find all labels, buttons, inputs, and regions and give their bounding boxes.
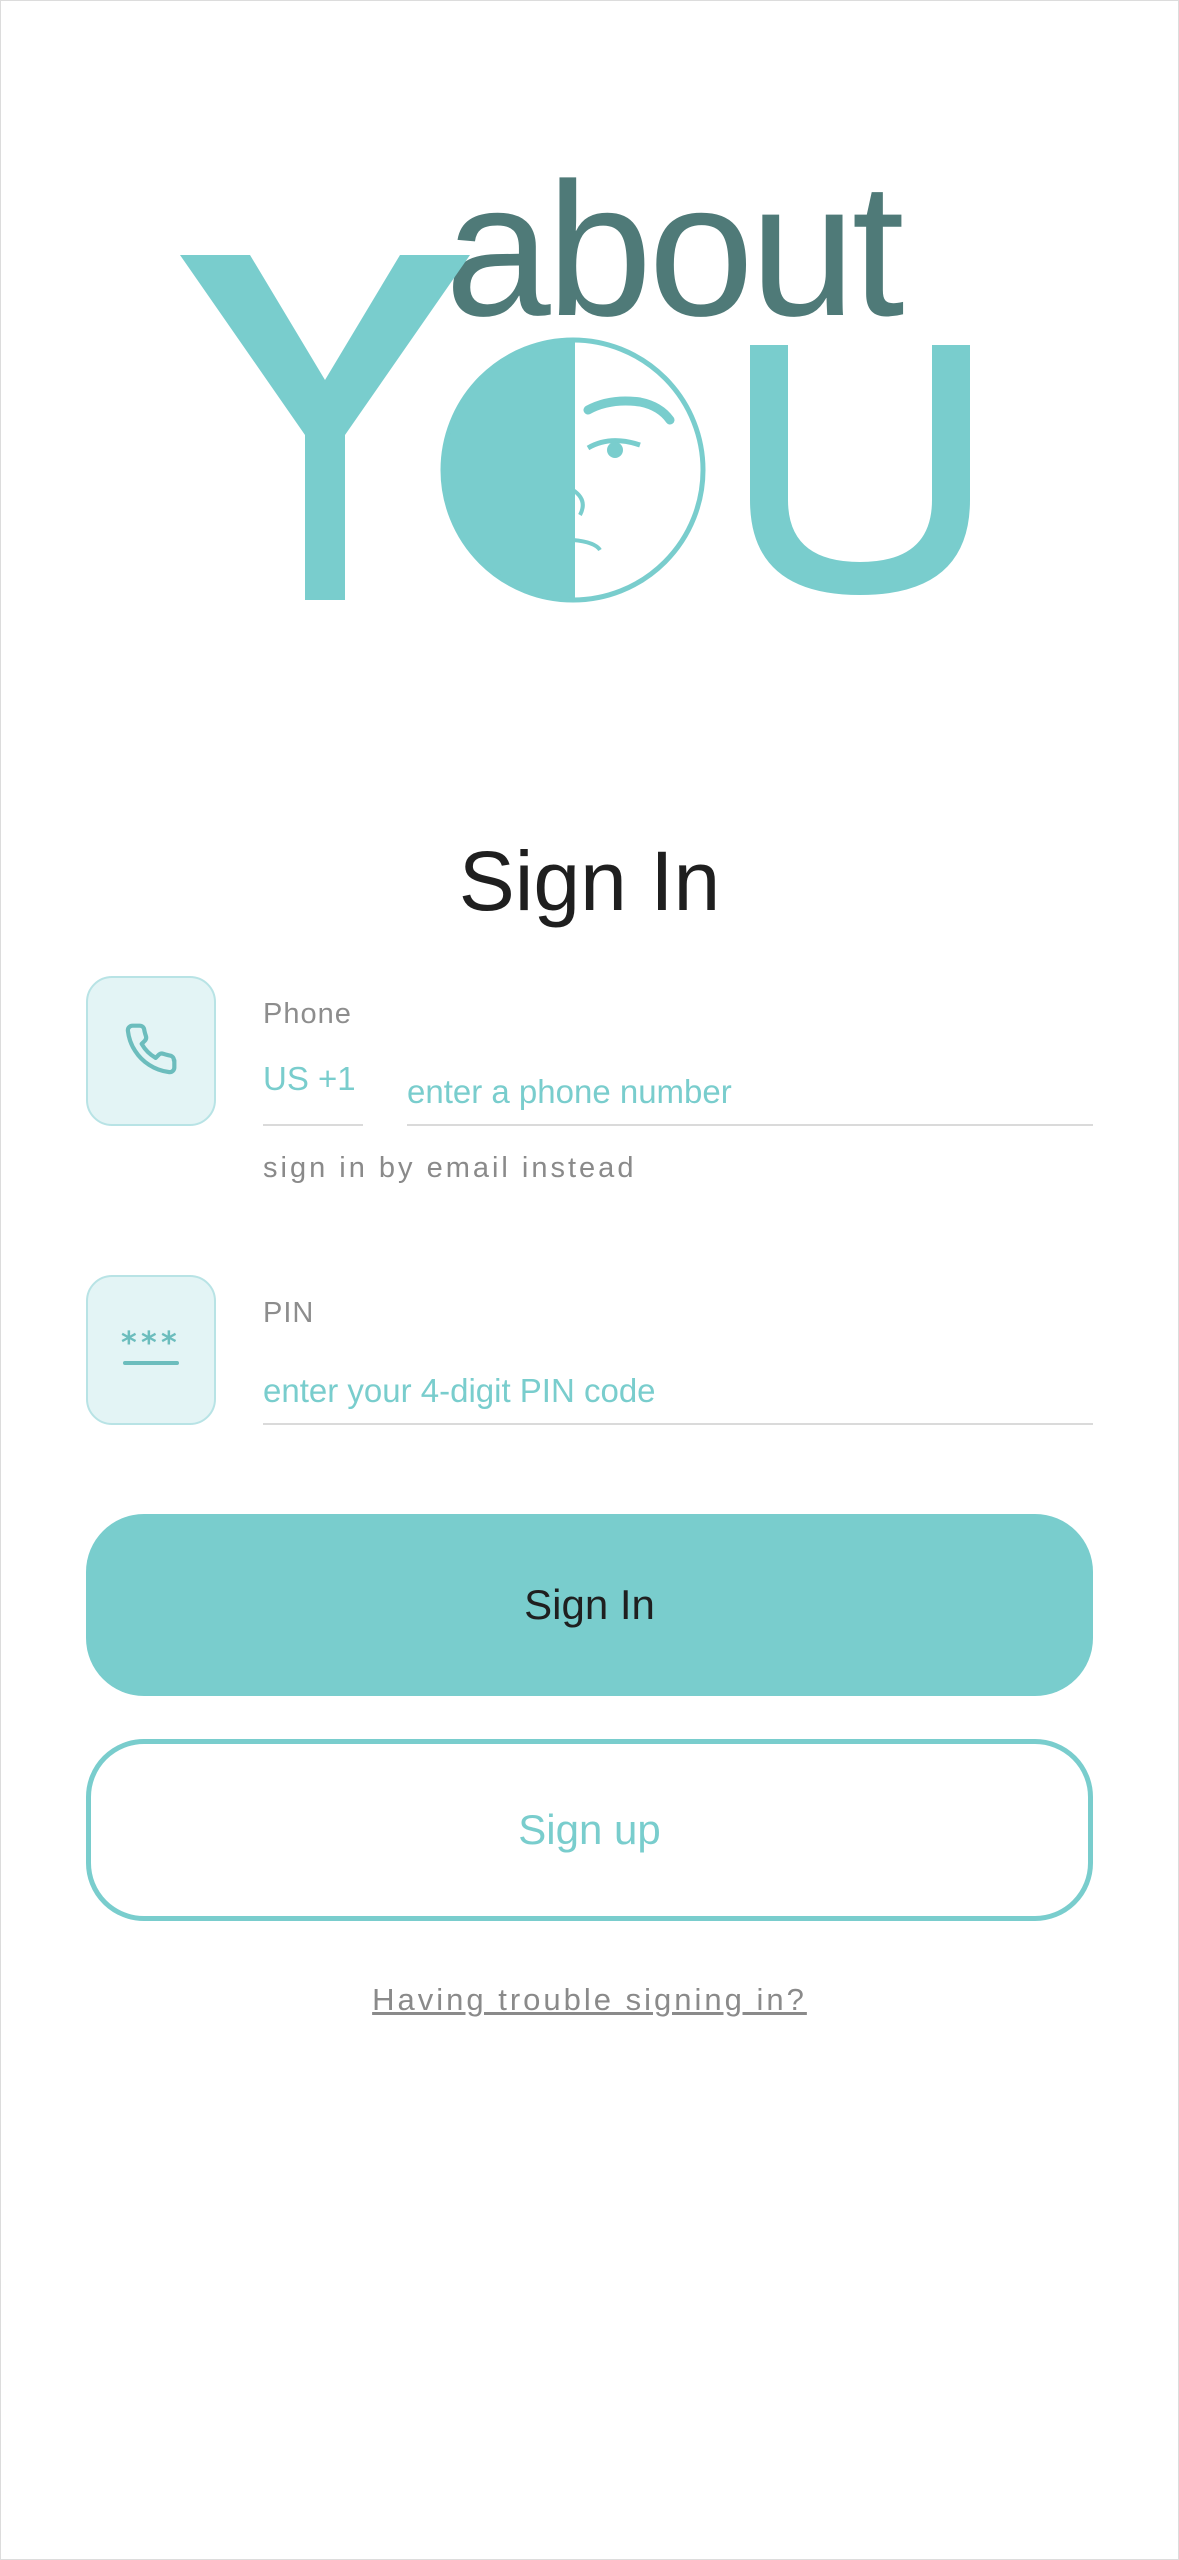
phone-label: Phone [263, 998, 352, 1030]
pin-label: PIN [263, 1297, 315, 1329]
phone-icon [123, 1021, 179, 1082]
pin-input[interactable] [263, 1359, 1093, 1425]
sign-up-button[interactable]: Sign up [86, 1739, 1093, 1921]
phone-input[interactable] [407, 1060, 1093, 1126]
logo-face-icon [440, 337, 706, 603]
logo-graphic: about [180, 170, 970, 603]
logo-letter-y [180, 255, 470, 600]
page-title: Sign In [458, 834, 721, 928]
svg-text:*: * [161, 1326, 177, 1361]
svg-text:*: * [141, 1326, 157, 1361]
pin-code-icon: * * * [119, 1323, 183, 1378]
email-signin-link[interactable]: sign in by email instead [263, 1152, 636, 1185]
about-you-logo: about [170, 170, 1000, 620]
logo-about-text: about [445, 170, 904, 356]
country-code-select[interactable]: US +1 [263, 1060, 363, 1126]
trouble-signing-in-link[interactable]: Having trouble signing in? [0, 1982, 1179, 2018]
phone-icon-box [86, 976, 216, 1126]
svg-text:*: * [121, 1326, 137, 1361]
pin-icon-box: * * * [86, 1275, 216, 1425]
sign-in-button[interactable]: Sign In [86, 1514, 1093, 1696]
logo-letter-u [750, 345, 970, 595]
